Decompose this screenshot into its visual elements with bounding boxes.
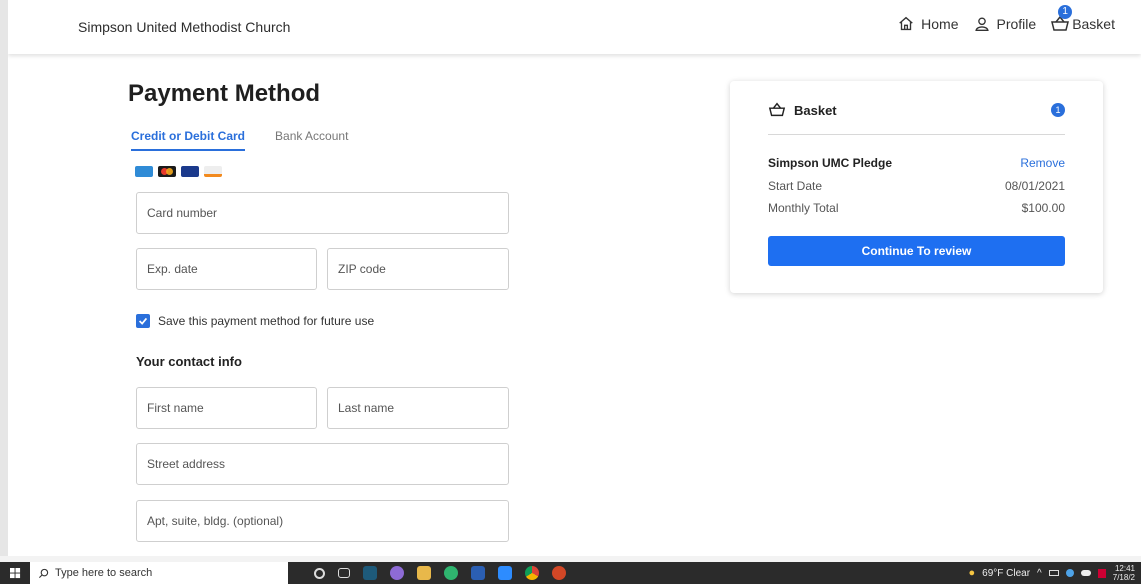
network-icon[interactable] <box>1048 570 1059 576</box>
nav-profile[interactable]: Profile <box>973 15 1037 33</box>
nav-home-label: Home <box>921 16 959 32</box>
weather-moon-icon: ● <box>968 567 976 579</box>
save-payment-checkbox[interactable] <box>136 314 150 328</box>
amex-icon <box>135 166 153 177</box>
tab-bank-account[interactable]: Bank Account <box>275 129 348 151</box>
last-name-field[interactable]: Last name <box>327 387 509 429</box>
apt-placeholder: Apt, suite, bldg. (optional) <box>147 514 284 528</box>
exp-date-placeholder: Exp. date <box>147 262 198 276</box>
start-date-label: Start Date <box>768 179 823 193</box>
street-address-placeholder: Street address <box>147 457 226 471</box>
volume-icon[interactable] <box>1065 569 1074 577</box>
shield-icon[interactable] <box>1097 568 1106 578</box>
chrome-icon[interactable] <box>525 566 539 580</box>
basket-card-title: Basket <box>794 102 837 118</box>
card-number-field[interactable]: Card number <box>136 192 509 234</box>
basket-divider <box>768 134 1065 135</box>
contact-info-heading: Your contact info <box>136 354 242 369</box>
system-tray: ● 69°F Clear ^ 12:41 7/18/2 <box>968 562 1135 584</box>
mastercard-icon <box>158 166 176 177</box>
basket-icon-wrap: 1 <box>1050 5 1073 34</box>
nav-basket-label: Basket <box>1072 16 1115 32</box>
card-number-placeholder: Card number <box>147 206 218 220</box>
zip-code-placeholder: ZIP code <box>338 262 386 276</box>
file-explorer-icon[interactable] <box>417 566 431 580</box>
nav-home[interactable]: Home <box>897 15 959 33</box>
basket-item-row: Simpson UMC Pledge Remove <box>768 156 1065 170</box>
continue-to-review-button[interactable]: Continue To review <box>768 236 1065 266</box>
monthly-total-label: Monthly Total <box>768 201 839 215</box>
apt-field[interactable]: Apt, suite, bldg. (optional) <box>136 500 509 542</box>
taskbar-search-placeholder: Type here to search <box>55 567 153 579</box>
search-icon <box>38 568 49 578</box>
onedrive-icon[interactable] <box>1080 570 1091 576</box>
top-navbar: Simpson United Methodist Church Home Pro… <box>8 0 1141 54</box>
remove-link[interactable]: Remove <box>1020 156 1065 170</box>
powerpoint-icon[interactable] <box>552 566 566 580</box>
zoom-icon[interactable] <box>498 566 512 580</box>
clock-time: 12:41 <box>1114 564 1135 573</box>
last-name-placeholder: Last name <box>338 401 395 415</box>
clock-date: 7/18/2 <box>1112 573 1135 582</box>
zip-code-field[interactable]: ZIP code <box>327 248 509 290</box>
street-address-field[interactable]: Street address <box>136 443 509 485</box>
app-purple-icon[interactable] <box>390 566 404 580</box>
basket-icon <box>768 102 786 117</box>
basket-summary-card: Basket 1 Simpson UMC Pledge Remove Start… <box>730 81 1103 293</box>
basket-item-name: Simpson UMC Pledge <box>768 156 893 170</box>
windows-taskbar: Type here to search ● 69°F Clear ^ 12:41… <box>0 562 1141 584</box>
tab-credit-card[interactable]: Credit or Debit Card <box>131 129 246 151</box>
monthly-total-value: $100.00 <box>1021 201 1065 215</box>
nav-basket[interactable]: 1 Basket <box>1050 5 1115 34</box>
taskbar-apps <box>314 566 566 580</box>
first-name-placeholder: First name <box>147 401 204 415</box>
windows-start-icon[interactable] <box>6 567 24 579</box>
monthly-total-row: Monthly Total $100.00 <box>768 201 1065 215</box>
terminal-app-icon[interactable] <box>363 566 377 580</box>
save-payment-checkbox-row[interactable]: Save this payment method for future use <box>136 314 374 328</box>
start-date-row: Start Date 08/01/2021 <box>768 179 1065 193</box>
payment-tabs: Credit or Debit Card Bank Account <box>131 129 348 151</box>
start-date-value: 08/01/2021 <box>1004 179 1065 193</box>
taskbar-clock[interactable]: 12:41 7/18/2 <box>1113 564 1135 582</box>
word-icon[interactable] <box>471 566 485 580</box>
weather-text[interactable]: 69°F Clear <box>982 568 1030 579</box>
task-view-icon[interactable] <box>338 568 350 578</box>
visa-icon <box>181 166 199 177</box>
main-nav: Home Profile 1 Basket <box>897 5 1115 34</box>
payment-section: Payment Method Credit or Debit Card Bank… <box>128 80 508 177</box>
discover-icon <box>204 166 222 177</box>
nav-profile-label: Profile <box>996 16 1037 32</box>
exp-date-field[interactable]: Exp. date <box>136 248 317 290</box>
browser-page: Simpson United Methodist Church Home Pro… <box>0 0 1141 556</box>
site-brand[interactable]: Simpson United Methodist Church <box>78 19 290 35</box>
tray-chevron-icon[interactable]: ^ <box>1037 568 1042 579</box>
first-name-field[interactable]: First name <box>136 387 317 429</box>
taskbar-search[interactable]: Type here to search <box>30 562 288 584</box>
basket-card-header: Basket <box>768 101 837 119</box>
basket-card-count: 1 <box>1051 103 1065 117</box>
home-icon <box>899 16 913 31</box>
app-green-icon[interactable] <box>444 566 458 580</box>
save-payment-label: Save this payment method for future use <box>158 314 375 328</box>
cortana-icon[interactable] <box>314 567 325 579</box>
checkmark-icon <box>138 317 148 325</box>
card-brands <box>135 166 222 177</box>
profile-icon <box>974 17 989 31</box>
page-title: Payment Method <box>128 80 321 107</box>
